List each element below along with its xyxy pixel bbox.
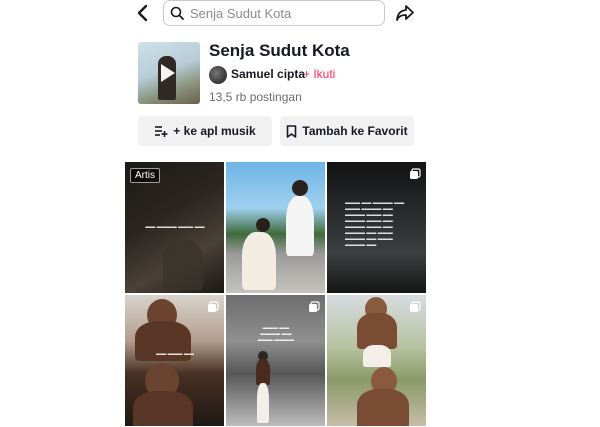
author-avatar[interactable]: [209, 66, 227, 84]
video-thumbnail[interactable]: ▬▬▬ ▬▬ ▬▬▬▬ ▬▬ ▬▬▬ ▬▬▬▬ ▬▬ ▬▬▬▬ ▬▬▬ ▬▬ ▬…: [327, 162, 426, 293]
add-to-favorites-button[interactable]: Tambah ke Favorit: [280, 116, 414, 146]
add-to-music-app-button[interactable]: + ke apl musik: [138, 116, 272, 146]
chevron-left-icon: [137, 4, 148, 22]
multi-photo-icon: [309, 301, 320, 312]
thumbnail-figure: [133, 391, 193, 426]
video-thumbnail[interactable]: [327, 295, 426, 426]
thumbnail-figure: [256, 218, 270, 232]
thumbnail-figure: [363, 345, 391, 367]
bookmark-icon: [287, 124, 297, 138]
posts-count: 13,5 rb postingan: [209, 90, 302, 104]
thumbnail-figure: [256, 359, 270, 385]
search-input[interactable]: Senja Sudut Kota: [163, 0, 385, 26]
video-thumbnail[interactable]: ▬▬ ▬▬▬ ▬▬: [125, 295, 224, 426]
video-grid: Artis ▬▬ ▬▬▬▬ ▬▬▬ ▬▬ ▬▬▬ ▬▬ ▬▬▬▬ ▬▬ ▬▬▬ …: [125, 162, 426, 427]
share-button[interactable]: [393, 2, 417, 24]
thumbnail-figure: [242, 232, 276, 290]
thumbnail-caption-text: ▬▬ ▬▬▬ ▬▬: [156, 351, 194, 357]
playlist-add-icon: [155, 126, 168, 137]
thumbnail-caption-text: ▬▬▬ ▬▬ ▬▬▬▬ ▬▬ ▬▬▬ ▬▬▬▬ ▬▬ ▬▬▬▬ ▬▬▬ ▬▬ ▬…: [345, 200, 405, 248]
thumbnail-figure: [163, 240, 203, 290]
multi-photo-icon: [208, 301, 219, 312]
thumbnail-caption-text: ▬▬▬ ▬▬ ▬▬▬▬ ▬▬ ▬▬▬ ▬▬▬▬: [257, 325, 295, 343]
thumbnail-figure: [286, 196, 314, 256]
back-button[interactable]: [132, 2, 154, 24]
add-to-favorites-label: Tambah ke Favorit: [302, 124, 408, 138]
thumbnail-figure: [292, 180, 308, 196]
artist-badge: Artis: [130, 168, 160, 183]
thumbnail-figure: [357, 389, 409, 426]
follow-button[interactable]: + Ikuti: [303, 67, 335, 81]
play-icon[interactable]: [161, 64, 175, 82]
author-name[interactable]: Samuel cipta: [231, 67, 305, 81]
share-arrow-icon: [396, 5, 414, 21]
sound-cover-thumbnail[interactable]: [138, 42, 200, 104]
add-to-music-app-label: + ke apl musik: [173, 124, 256, 138]
thumbnail-caption-text: ▬▬ ▬▬▬▬ ▬▬▬ ▬▬: [145, 224, 205, 230]
multi-photo-icon: [410, 301, 421, 312]
sound-title: Senja Sudut Kota: [209, 41, 350, 60]
video-thumbnail[interactable]: [226, 162, 325, 293]
thumbnail-figure: [357, 313, 397, 349]
search-placeholder: Senja Sudut Kota: [190, 5, 292, 21]
multi-photo-icon: [410, 168, 421, 179]
thumbnail-figure: [257, 383, 269, 423]
search-icon: [170, 6, 184, 20]
video-thumbnail[interactable]: Artis ▬▬ ▬▬▬▬ ▬▬▬ ▬▬: [125, 162, 224, 293]
video-thumbnail[interactable]: ▬▬▬ ▬▬ ▬▬▬▬ ▬▬ ▬▬▬ ▬▬▬▬: [226, 295, 325, 426]
